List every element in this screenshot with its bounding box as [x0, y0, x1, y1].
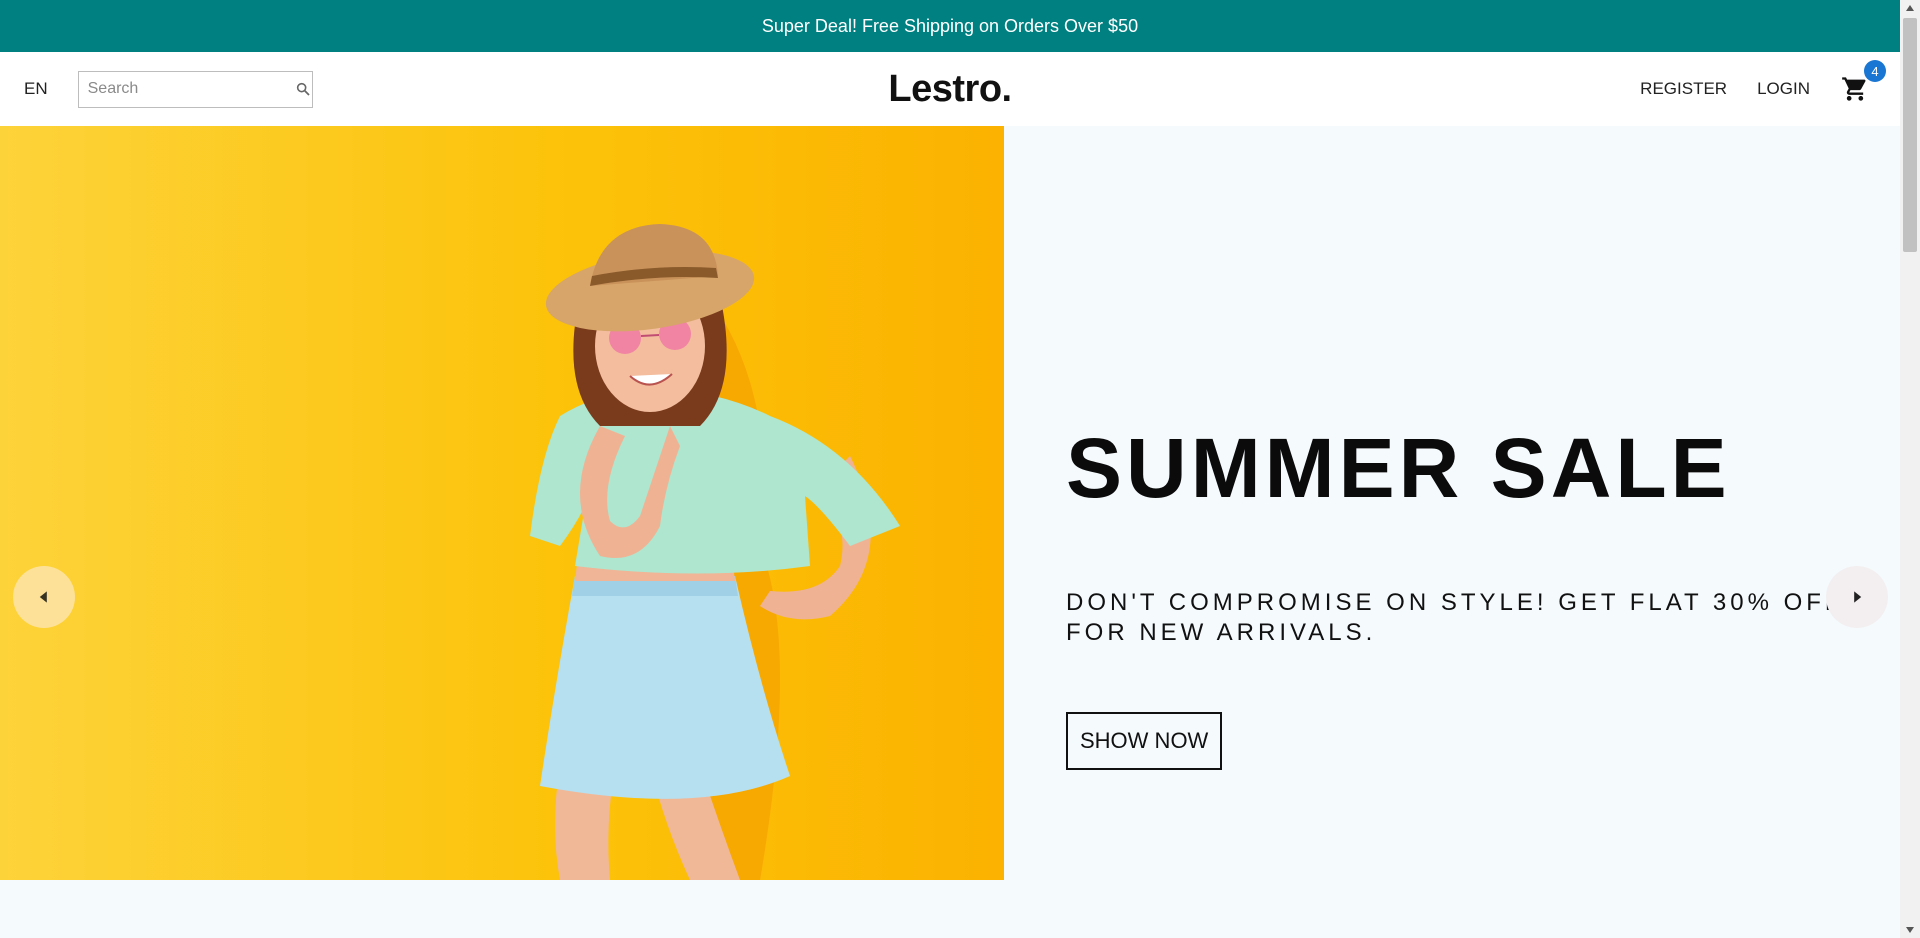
cart-badge: 4: [1863, 60, 1886, 82]
navbar-left: EN: [24, 70, 644, 108]
language-selector[interactable]: EN: [24, 79, 48, 99]
hero-image: [0, 126, 1004, 880]
arrow-left-icon: [37, 590, 51, 604]
hero-description: DON'T COMPROMISE ON STYLE! GET FLAT 30% …: [1066, 589, 1844, 646]
search-input[interactable]: [87, 80, 295, 98]
search-box[interactable]: [77, 70, 313, 108]
slider-prev-button[interactable]: [13, 566, 75, 628]
navbar: EN Lestro. REGISTER LOGIN 4: [0, 52, 1900, 126]
announcement-text: Super Deal! Free Shipping on Orders Over…: [761, 15, 1139, 36]
hero-title: SUMMER SALE: [1066, 421, 1731, 515]
navbar-right: REGISTER LOGIN 4: [1256, 60, 1886, 104]
scroll-down-icon[interactable]: [1900, 922, 1920, 938]
shopping-cart-icon: [1841, 75, 1869, 103]
arrow-right-icon: [1850, 590, 1864, 604]
announcement-bar: Super Deal! Free Shipping on Orders Over…: [0, 0, 1900, 52]
register-link[interactable]: REGISTER: [1640, 79, 1727, 99]
search-icon[interactable]: [295, 81, 311, 97]
show-now-button[interactable]: SHOW NOW: [1066, 712, 1223, 770]
slider-next-button[interactable]: [1826, 566, 1888, 628]
hero-slider: SUMMER SALE DON'T COMPROMISE ON STYLE! G…: [0, 126, 1900, 880]
login-link[interactable]: LOGIN: [1757, 79, 1810, 99]
hero-info: SUMMER SALE DON'T COMPROMISE ON STYLE! G…: [1066, 426, 1846, 770]
page-scrollbar[interactable]: [1900, 0, 1920, 938]
brand-logo[interactable]: Lestro.: [888, 68, 1012, 111]
cart-button[interactable]: 4: [1840, 60, 1886, 104]
scrollbar-thumb[interactable]: [1903, 18, 1917, 252]
scroll-up-icon[interactable]: [1900, 0, 1920, 16]
